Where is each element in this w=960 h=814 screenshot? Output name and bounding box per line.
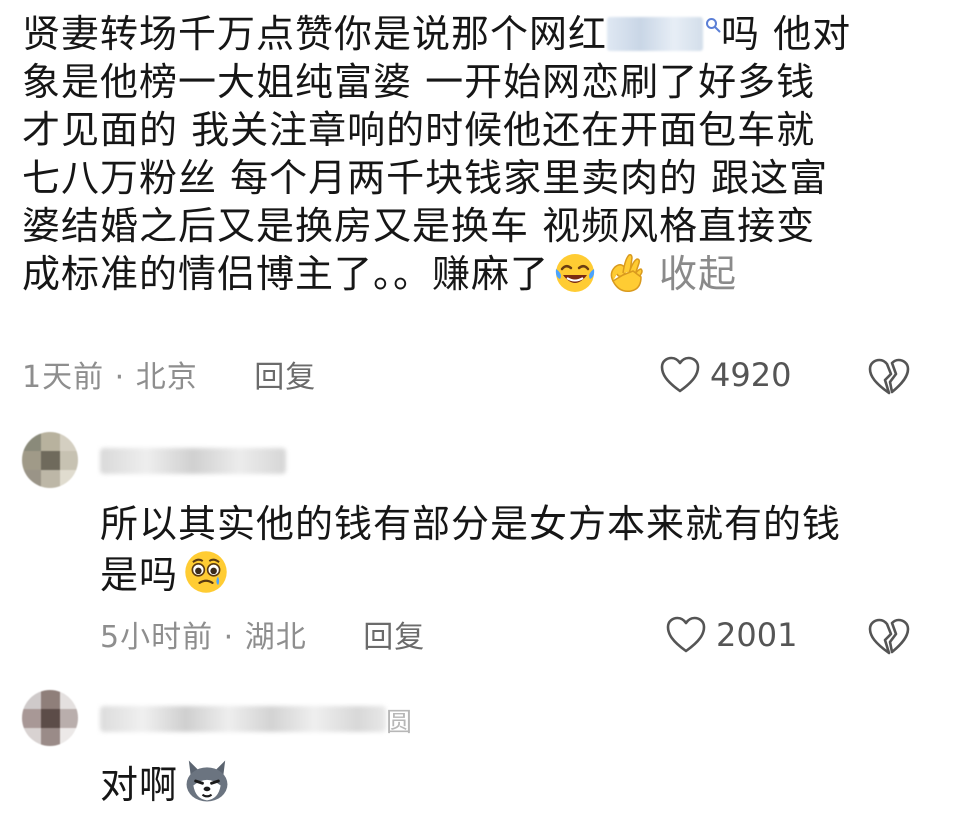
comment-1-text: 贤妻转场千万点赞你是说那个网红吗 他对 象是他榜一大姐纯富婆 一开始网恋刷了好多… [22, 10, 942, 298]
comment-1-location: 北京 [135, 360, 198, 395]
ok-hand-emoji [610, 254, 643, 293]
comment-1-line-1: 贤妻转场千万点赞你是说那个网红吗 他对 [22, 12, 852, 56]
meta-separator: · [223, 620, 235, 655]
avatar[interactable] [22, 432, 78, 488]
comment-1-line-6: 成标准的情侣博主了。。赚麻了 收起 [22, 252, 738, 296]
broken-heart-icon [868, 618, 910, 655]
comment-1-line-5: 婆结婚之后又是换房又是换车 视频风格直接变 [22, 204, 816, 248]
husky-dog-emoji [186, 760, 228, 802]
comment-1-meta: 1天前 · 北京 回复 [22, 358, 316, 398]
comment-1-time: 1天前 [22, 360, 105, 395]
comment-2-like-count: 2001 [716, 616, 798, 654]
comment-2-dislike-button[interactable] [868, 618, 910, 660]
broken-heart-icon [868, 358, 910, 395]
username[interactable] [100, 706, 386, 732]
comment-2-like-button[interactable]: 2001 [666, 616, 797, 654]
comment-1-like-count: 4920 [710, 356, 792, 394]
collapse-button[interactable]: 收起 [659, 252, 737, 296]
avatar[interactable] [22, 690, 78, 746]
comment-2-text: 所以其实他的钱有部分是女方本来就有的钱 是吗 [100, 500, 940, 599]
heart-outline-icon [660, 356, 700, 393]
comment-1-line-4: 七八万粉丝 每个月两千块钱家里卖肉的 跟这富 [22, 156, 829, 200]
comment-1-reply-button[interactable]: 回复 [254, 360, 316, 395]
search-icon[interactable] [705, 17, 721, 33]
meta-separator: · [114, 360, 126, 395]
comment-2-time: 5小时前 [100, 620, 214, 655]
pleading-face-emoji [185, 551, 227, 593]
heart-outline-icon [666, 616, 706, 653]
laughing-tears-emoji [555, 254, 595, 292]
comment-3-line-1: 对啊 [100, 756, 940, 809]
comment-1-like-button[interactable]: 4920 [660, 356, 791, 394]
username-tail: 圆 [386, 708, 413, 738]
username[interactable] [100, 448, 286, 474]
comment-1-line-2: 象是他榜一大姐纯富婆 一开始网恋刷了好多钱 [22, 60, 816, 104]
comment-2-meta: 5小时前 · 湖北 回复 [100, 618, 425, 658]
comment-2-reply-button[interactable]: 回复 [363, 620, 425, 655]
comment-1-dislike-button[interactable] [868, 358, 910, 400]
comment-3-text: 对啊 [100, 756, 940, 809]
redacted-name [607, 17, 704, 51]
comment-2-line-1: 所以其实他的钱有部分是女方本来就有的钱 [100, 502, 842, 546]
comment-2-line-2: 是吗 [100, 548, 940, 599]
comment-1-line-3: 才见面的 我关注章响的时候他还在开面包车就 [22, 108, 816, 152]
comment-2-location: 湖北 [244, 620, 307, 655]
